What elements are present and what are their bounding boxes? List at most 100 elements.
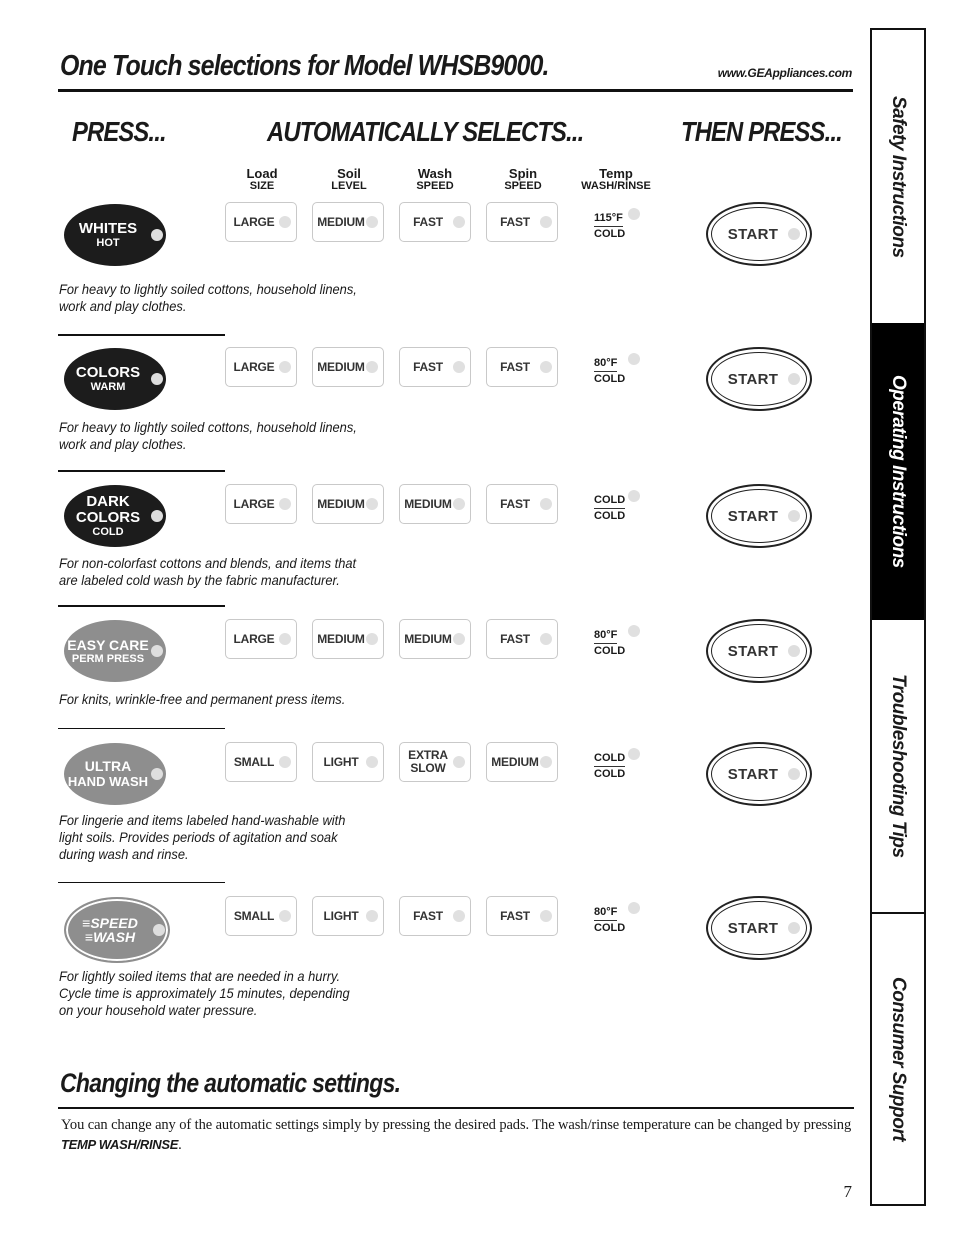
whites-hot-button[interactable]: Whites HOT xyxy=(64,204,166,266)
spin-speed-pad[interactable]: Fast xyxy=(486,347,558,387)
desc-line: work and play clothes. xyxy=(59,298,187,314)
temp-wash-rinse-pad[interactable]: COLD COLD xyxy=(594,748,654,781)
indicator-light-icon xyxy=(540,216,552,228)
indicator-light-icon xyxy=(366,910,378,922)
dark-colors-cold-button[interactable]: Dark Colors COLD xyxy=(64,485,166,547)
tab-label: Operating Instructions xyxy=(888,375,909,568)
soil-level-pad[interactable]: Medium xyxy=(312,347,384,387)
indicator-light-icon xyxy=(788,768,800,780)
wash-speed-pad[interactable]: Medium xyxy=(399,484,471,524)
indicator-light-icon xyxy=(366,498,378,510)
cycle-name: Ultra xyxy=(84,758,132,774)
colors-warm-button[interactable]: Colors WARM xyxy=(64,348,166,410)
soil-level-pad[interactable]: Medium xyxy=(312,484,384,524)
rinse-temp: COLD xyxy=(594,228,626,240)
wash-speed-pad[interactable]: Medium xyxy=(399,619,471,659)
temp-wash-rinse-pad[interactable]: 115°F COLD xyxy=(594,208,654,241)
tab-operating-instructions[interactable]: Operating Instructions xyxy=(872,323,924,620)
spin-speed-pad[interactable]: Fast xyxy=(486,896,558,936)
speed-lines-icon: ≡ xyxy=(84,929,94,945)
rinse-temp: COLD xyxy=(594,768,626,780)
website-link[interactable]: www.GEAppliances.com xyxy=(718,66,853,80)
start-button[interactable]: Start xyxy=(706,896,812,960)
load-size-pad[interactable]: Small xyxy=(225,742,297,782)
pad-label: Light xyxy=(323,908,359,923)
wash-speed-pad[interactable]: Fast xyxy=(399,896,471,936)
row-separator xyxy=(58,605,225,607)
indicator-light-icon xyxy=(279,910,291,922)
cycle-description: For heavy to lightly soiled cottons, hou… xyxy=(59,419,372,453)
indicator-light-icon xyxy=(788,922,800,934)
start-button[interactable]: Start xyxy=(706,742,812,806)
tab-troubleshooting-tips[interactable]: Troubleshooting Tips xyxy=(872,620,924,912)
wash-speed-pad[interactable]: Extra Slow xyxy=(399,742,471,782)
start-button[interactable]: Start xyxy=(706,347,812,411)
wash-speed-pad[interactable]: Fast xyxy=(399,202,471,242)
cycle-row-speed-wash: ≡SPEED ≡WASH Small Light Fast Fast 80°F … xyxy=(0,882,860,1022)
load-size-pad[interactable]: Large xyxy=(225,619,297,659)
tab-safety-instructions[interactable]: Safety Instructions xyxy=(872,30,924,323)
cycle-name: Easy Care xyxy=(67,636,149,653)
desc-line: Cycle time is approximately 15 minutes, … xyxy=(59,985,350,1001)
wash-temp: 115°F xyxy=(594,212,623,227)
indicator-light-icon xyxy=(151,510,163,522)
pad-label: Fast xyxy=(500,359,530,374)
soil-level-pad[interactable]: Medium xyxy=(312,619,384,659)
indicator-light-icon xyxy=(540,910,552,922)
soil-level-pad[interactable]: Light xyxy=(312,896,384,936)
pad-label: Small xyxy=(233,908,275,923)
start-label: Start xyxy=(727,507,779,525)
wash-speed-header: Wash SPEED xyxy=(395,167,475,192)
tab-consumer-support[interactable]: Consumer Support xyxy=(872,914,924,1204)
indicator-light-icon xyxy=(151,768,163,780)
rinse-temp: COLD xyxy=(594,922,626,934)
cycle-name: ≡SPEED xyxy=(82,916,138,930)
pad-label: Medium xyxy=(317,631,365,646)
temp-wash-rinse-pad[interactable]: 80°F COLD xyxy=(594,353,654,386)
load-size-pad[interactable]: Small xyxy=(225,896,297,936)
soil-level-pad[interactable]: Light xyxy=(312,742,384,782)
temp-wash-rinse-pad[interactable]: 80°F COLD xyxy=(594,625,654,658)
start-button[interactable]: Start xyxy=(706,619,812,683)
spin-speed-pad[interactable]: Medium xyxy=(486,742,558,782)
desc-line: on your household water pressure. xyxy=(59,1002,258,1018)
cycle-description: For heavy to lightly soiled cottons, hou… xyxy=(59,281,372,315)
temp-wash-rinse-pad[interactable]: COLD COLD xyxy=(594,490,654,523)
spin-speed-pad[interactable]: Fast xyxy=(486,619,558,659)
start-label: Start xyxy=(727,642,779,660)
indicator-light-icon xyxy=(279,216,291,228)
start-label: Start xyxy=(727,765,779,783)
indicator-light-icon xyxy=(279,633,291,645)
cycle-name: Dark xyxy=(86,492,130,510)
header-line: LEVEL xyxy=(331,180,367,192)
rinse-temp: COLD xyxy=(594,645,626,657)
row-separator xyxy=(58,334,225,336)
indicator-light-icon xyxy=(540,498,552,510)
load-size-pad[interactable]: Large xyxy=(225,202,297,242)
spin-speed-pad[interactable]: Fast xyxy=(486,484,558,524)
ultra-hand-wash-button[interactable]: Ultra Hand Wash xyxy=(64,743,166,805)
indicator-light-icon xyxy=(628,490,640,502)
temp-wash-rinse-reference: TEMP WASH/RINSE xyxy=(61,1137,179,1152)
wash-speed-pad[interactable]: Fast xyxy=(399,347,471,387)
load-size-pad[interactable]: Large xyxy=(225,347,297,387)
start-button[interactable]: Start xyxy=(706,484,812,548)
indicator-light-icon xyxy=(788,645,800,657)
load-size-pad[interactable]: Large xyxy=(225,484,297,524)
wash-temp: COLD xyxy=(594,752,626,767)
speed-wash-button[interactable]: ≡SPEED ≡WASH xyxy=(64,897,170,963)
temp-wash-rinse-pad[interactable]: 80°F COLD xyxy=(594,902,654,935)
start-button[interactable]: Start xyxy=(706,202,812,266)
indicator-light-icon xyxy=(628,902,640,914)
indicator-light-icon xyxy=(279,498,291,510)
soil-level-pad[interactable]: Medium xyxy=(312,202,384,242)
indicator-light-icon xyxy=(628,208,640,220)
indicator-light-icon xyxy=(628,625,640,637)
indicator-light-icon xyxy=(153,924,165,936)
indicator-light-icon xyxy=(279,361,291,373)
spin-speed-pad[interactable]: Fast xyxy=(486,202,558,242)
start-label: Start xyxy=(727,225,779,243)
easy-care-perm-press-button[interactable]: Easy Care PERM PRESS xyxy=(64,620,166,682)
indicator-light-icon xyxy=(453,910,465,922)
pad-label: Large xyxy=(233,359,275,374)
